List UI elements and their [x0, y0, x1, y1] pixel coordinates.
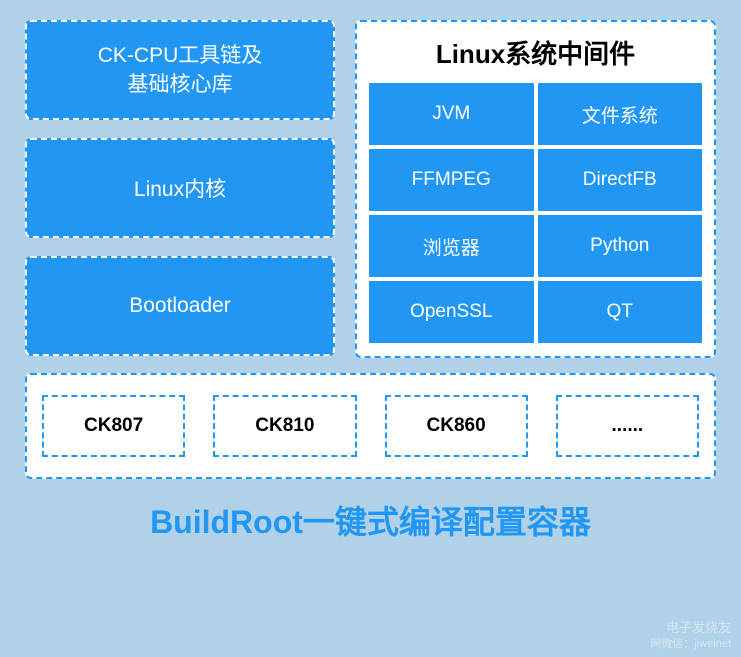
watermark-line2: 网微信：jiweinet — [650, 637, 731, 651]
diagram-container: CK-CPU工具链及 基础核心库 Linux内核 Bootloader Linu… — [0, 0, 741, 657]
ckcpu-toolchain-label: CK-CPU工具链及 基础核心库 — [98, 41, 263, 100]
middleware-cell-browser: 浏览器 — [369, 215, 534, 277]
middleware-panel: Linux系统中间件 JVM 文件系统 FFMPEG DirectFB 浏览器 … — [355, 20, 716, 358]
right-column: Linux系统中间件 JVM 文件系统 FFMPEG DirectFB 浏览器 … — [355, 20, 716, 358]
middleware-cell-filesystem: 文件系统 — [538, 83, 703, 145]
ckcpu-toolchain-box: CK-CPU工具链及 基础核心库 — [25, 20, 335, 120]
chip-ck810: CK810 — [213, 395, 356, 457]
bootloader-box: Bootloader — [25, 256, 335, 356]
chip-ck860: CK860 — [385, 395, 528, 457]
watermark: 电子发烧友 网微信：jiweinet — [650, 620, 731, 651]
chip-ck807: CK807 — [42, 395, 185, 457]
middleware-cell-directfb: DirectFB — [538, 149, 703, 211]
left-column: CK-CPU工具链及 基础核心库 Linux内核 Bootloader — [25, 20, 335, 358]
middleware-cell-qt: QT — [538, 281, 703, 343]
bootloader-label: Bootloader — [129, 294, 231, 318]
chips-row: CK807 CK810 CK860 ...... — [25, 373, 716, 479]
linux-kernel-label: Linux内核 — [134, 173, 226, 203]
chip-more: ...... — [556, 395, 699, 457]
middleware-cell-openssl: OpenSSL — [369, 281, 534, 343]
middleware-grid: JVM 文件系统 FFMPEG DirectFB 浏览器 Python Open… — [369, 83, 702, 343]
middleware-title: Linux系统中间件 — [369, 34, 702, 71]
watermark-line1: 电子发烧友 — [650, 620, 731, 637]
middleware-cell-ffmpeg: FFMPEG — [369, 149, 534, 211]
middleware-cell-python: Python — [538, 215, 703, 277]
linux-kernel-box: Linux内核 — [25, 138, 335, 238]
footer-title: BuildRoot一键式编译配置容器 — [25, 497, 716, 543]
middleware-cell-jvm: JVM — [369, 83, 534, 145]
top-row: CK-CPU工具链及 基础核心库 Linux内核 Bootloader Linu… — [25, 20, 716, 358]
